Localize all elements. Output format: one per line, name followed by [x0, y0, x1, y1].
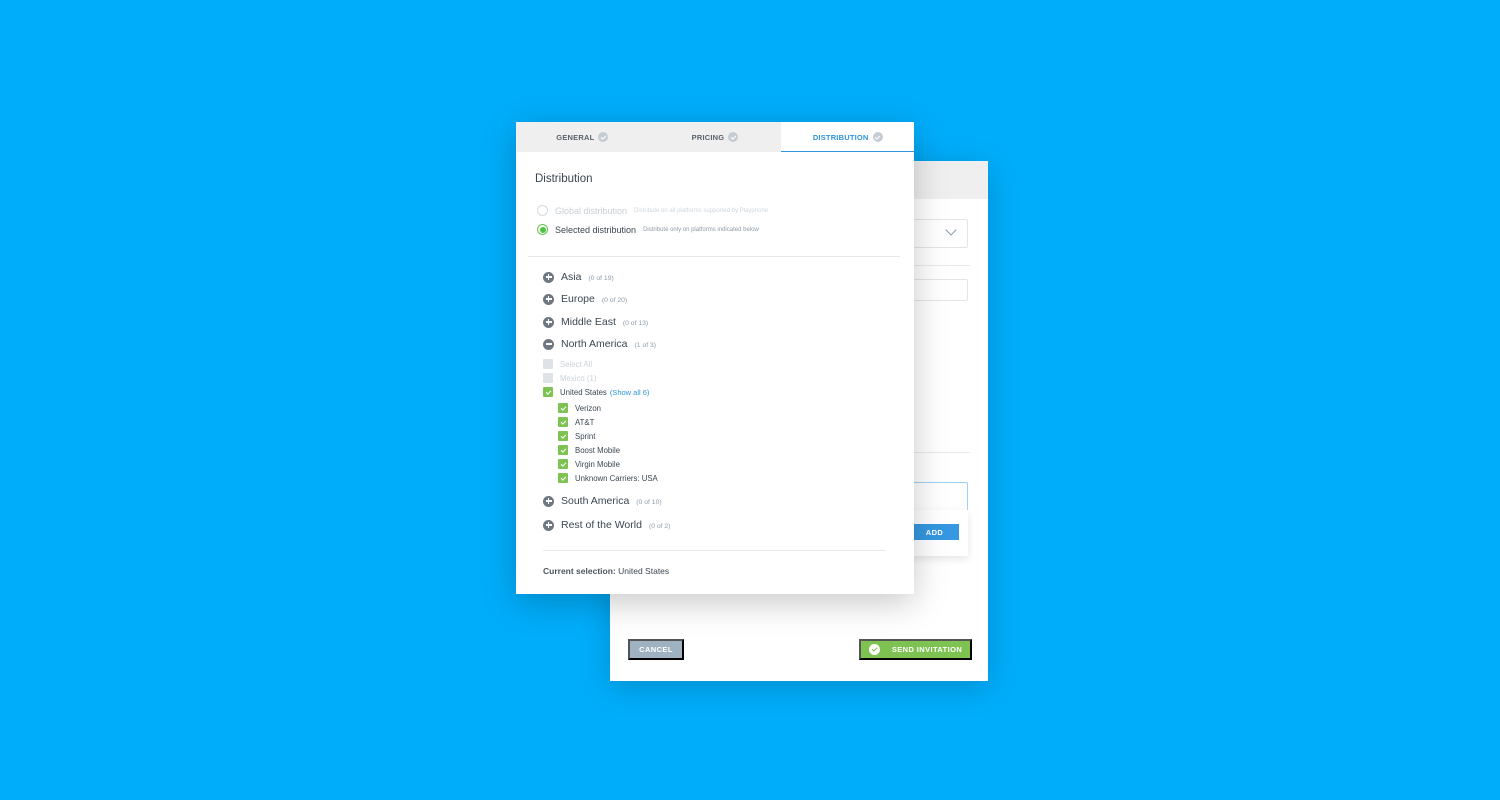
country-label: Mexico (1): [560, 373, 597, 383]
select-all-option[interactable]: Select All: [543, 359, 592, 369]
tab-pricing-label: PRICING: [691, 132, 725, 142]
tab-bar: GENERAL PRICING DISTRIBUTION: [516, 122, 915, 152]
carrier-label: Unknown Carriers: USA: [575, 473, 658, 483]
expand-plus-icon[interactable]: [543, 495, 554, 507]
region-count: (0 of 2): [648, 523, 671, 530]
carrier-label: Sprint: [575, 431, 596, 441]
carrier-label: Virgin Mobile: [575, 459, 620, 469]
region-middle-east[interactable]: Middle East (0 of 13): [543, 316, 648, 328]
carrier-checkbox[interactable]: [558, 403, 568, 413]
carrier-checkbox[interactable]: [558, 445, 568, 455]
global-distribution-label: Global distribution: [555, 205, 628, 216]
select-all-checkbox[interactable]: [543, 359, 553, 369]
carrier-label: AT&T: [575, 417, 595, 427]
expand-plus-icon[interactable]: [543, 293, 554, 305]
tab-distribution-label: DISTRIBUTION: [812, 132, 869, 142]
cancel-button[interactable]: CANCEL: [628, 639, 684, 660]
tab-general-label: GENERAL: [556, 132, 595, 142]
tab-general[interactable]: GENERAL: [516, 122, 649, 152]
check-circle-icon: [868, 644, 880, 655]
show-all-link[interactable]: (Show all 6): [610, 388, 650, 397]
expand-plus-icon[interactable]: [543, 271, 554, 283]
carrier-checkbox[interactable]: [558, 417, 568, 427]
global-distribution-radio[interactable]: [537, 205, 548, 216]
carrier-item[interactable]: Verizon: [558, 403, 601, 413]
expand-plus-icon[interactable]: [543, 316, 554, 328]
tab-pricing[interactable]: PRICING: [649, 122, 782, 152]
section-divider: [528, 256, 900, 257]
current-selection: Current selection: United States: [543, 566, 669, 576]
region-count: (1 of 3): [634, 342, 657, 349]
carrier-checkbox[interactable]: [558, 473, 568, 483]
current-selection-label: Current selection:: [543, 566, 616, 576]
region-count: (0 of 10): [636, 499, 662, 506]
tab-distribution[interactable]: DISTRIBUTION: [781, 122, 915, 152]
check-circle-icon: [872, 132, 883, 142]
carrier-item[interactable]: Unknown Carriers: USA: [558, 473, 658, 483]
region-asia[interactable]: Asia (0 of 19): [543, 271, 614, 283]
carrier-label: Verizon: [575, 403, 602, 413]
selected-distribution-description: Distribute only on platforms indicated b…: [643, 226, 759, 233]
send-invitation-button[interactable]: SEND INVITATION: [859, 639, 972, 660]
check-circle-icon: [598, 132, 609, 142]
selected-distribution-label: Selected distribution: [555, 224, 637, 235]
region-rest-of-world[interactable]: Rest of the World (0 of 2): [543, 519, 670, 531]
selected-distribution-option[interactable]: Selected distribution Distribute only on…: [537, 224, 759, 235]
region-europe[interactable]: Europe (0 of 20): [543, 293, 627, 305]
region-south-america[interactable]: South America (0 of 10): [543, 495, 662, 507]
expand-plus-icon[interactable]: [543, 519, 554, 531]
country-mexico[interactable]: Mexico (1): [543, 373, 596, 383]
selection-divider: [543, 550, 885, 551]
carrier-checkbox[interactable]: [558, 459, 568, 469]
section-title: Distribution: [535, 173, 593, 185]
country-label: United States: [560, 387, 607, 397]
country-checkbox[interactable]: [543, 373, 553, 383]
global-distribution-option[interactable]: Global distribution Distribute on all pl…: [537, 205, 768, 216]
region-name: Europe: [561, 293, 595, 305]
region-name: Asia: [561, 271, 582, 283]
carrier-checkbox[interactable]: [558, 431, 568, 441]
check-circle-icon: [728, 132, 739, 142]
region-name: Middle East: [561, 316, 616, 328]
region-name: Rest of the World: [561, 519, 642, 531]
carrier-item[interactable]: Boost Mobile: [558, 445, 620, 455]
carrier-item[interactable]: Virgin Mobile: [558, 459, 620, 469]
select-all-label: Select All: [560, 359, 593, 369]
region-north-america[interactable]: North America (1 of 3): [543, 338, 656, 350]
selected-distribution-radio[interactable]: [537, 224, 548, 235]
collapse-minus-icon[interactable]: [543, 338, 554, 350]
region-count: (0 of 13): [622, 320, 649, 327]
add-button[interactable]: ADD: [910, 524, 959, 540]
region-name: South America: [561, 495, 630, 507]
chevron-down-icon: [945, 224, 957, 236]
carrier-item[interactable]: AT&T: [558, 417, 594, 427]
carrier-item[interactable]: Sprint: [558, 431, 595, 441]
country-checkbox[interactable]: [543, 387, 553, 397]
distribution-dialog: GENERAL PRICING DISTRIBUTION Distributio…: [516, 122, 915, 594]
region-name: North America: [561, 338, 628, 350]
send-invitation-label: SEND INVITATION: [891, 645, 963, 654]
region-count: (0 of 20): [601, 297, 628, 304]
country-united-states[interactable]: United States (Show all 6): [543, 387, 649, 397]
current-selection-value: United States: [618, 566, 670, 576]
carrier-label: Boost Mobile: [575, 445, 621, 455]
global-distribution-description: Distribute on all platforms supported by…: [634, 207, 769, 214]
region-count: (0 of 19): [588, 275, 614, 282]
